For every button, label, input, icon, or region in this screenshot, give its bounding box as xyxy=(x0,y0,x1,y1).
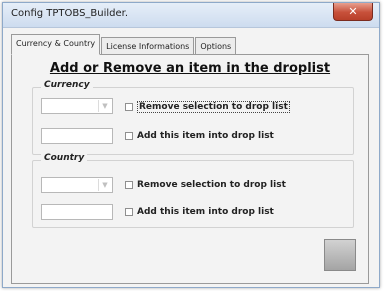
country-combobox[interactable]: ▼ xyxy=(41,177,113,193)
tab-strip: Currency & Country License Informations … xyxy=(11,34,237,55)
country-group-label: Country xyxy=(41,153,88,163)
chevron-down-icon[interactable]: ▼ xyxy=(98,100,111,112)
country-add-checkbox[interactable] xyxy=(125,208,133,216)
country-add-checkbox-row[interactable]: Add this item into drop list xyxy=(125,207,274,217)
currency-group-label: Currency xyxy=(41,80,93,90)
currency-remove-checkbox-row[interactable]: Remove selection to drop list xyxy=(125,101,290,113)
currency-group: Currency ▼ Remove selection to drop list… xyxy=(32,80,354,155)
panel-heading: Add or Remove an item in the droplist xyxy=(49,61,331,76)
currency-new-item-input[interactable] xyxy=(41,128,113,144)
tab-options[interactable]: Options xyxy=(195,37,237,55)
country-new-item-input[interactable] xyxy=(41,204,113,220)
currency-add-label: Add this item into drop list xyxy=(137,131,274,141)
tab-currency-country[interactable]: Currency & Country xyxy=(11,34,101,55)
currency-combobox[interactable]: ▼ xyxy=(41,98,113,114)
apply-button[interactable] xyxy=(324,239,356,271)
country-remove-checkbox[interactable] xyxy=(125,181,133,189)
country-remove-checkbox-row[interactable]: Remove selection to drop list xyxy=(125,180,286,190)
currency-add-checkbox[interactable] xyxy=(125,132,133,140)
currency-remove-checkbox[interactable] xyxy=(125,103,133,111)
close-icon: ✕ xyxy=(348,5,358,18)
currency-remove-label: Remove selection to drop list xyxy=(137,101,290,113)
country-remove-label: Remove selection to drop list xyxy=(137,180,286,190)
tab-license-informations[interactable]: License Informations xyxy=(101,37,195,55)
country-add-label: Add this item into drop list xyxy=(137,207,274,217)
country-group: Country ▼ Remove selection to drop list … xyxy=(32,153,354,228)
currency-add-checkbox-row[interactable]: Add this item into drop list xyxy=(125,131,274,141)
close-button[interactable]: ✕ xyxy=(333,3,373,21)
tab-panel-currency-country: Add or Remove an item in the droplist Cu… xyxy=(11,54,369,284)
title-bar[interactable]: Config TPTOBS_Builder. ✕ xyxy=(3,3,379,28)
config-dialog: Config TPTOBS_Builder. ✕ Currency & Coun… xyxy=(2,2,380,288)
chevron-down-icon[interactable]: ▼ xyxy=(98,179,111,191)
window-title: Config TPTOBS_Builder. xyxy=(11,8,129,19)
